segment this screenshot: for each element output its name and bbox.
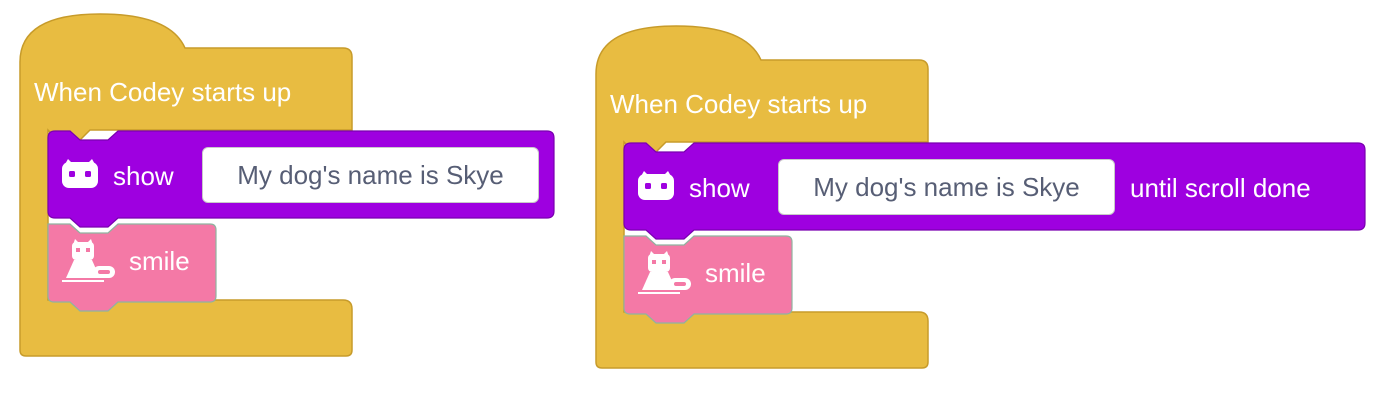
show-label: show xyxy=(113,161,174,191)
codey-emotion-icon xyxy=(638,251,691,294)
show-text-input[interactable]: My dog's name is Skye xyxy=(202,147,539,203)
codey-emotion-icon xyxy=(62,239,115,282)
smile-label: smile xyxy=(129,246,190,276)
hat-label: When Codey starts up xyxy=(34,77,292,107)
codey-face-icon xyxy=(62,159,98,188)
show-label: show xyxy=(689,173,750,203)
show-suffix-label: until scroll done xyxy=(1130,173,1311,203)
smile-label: smile xyxy=(705,258,766,288)
show-text-input[interactable]: My dog's name is Skye xyxy=(778,159,1115,215)
codey-face-icon xyxy=(638,171,674,200)
hat-label: When Codey starts up xyxy=(610,89,868,119)
script-2: When Codey starts up show My dog's name … xyxy=(576,0,1392,408)
